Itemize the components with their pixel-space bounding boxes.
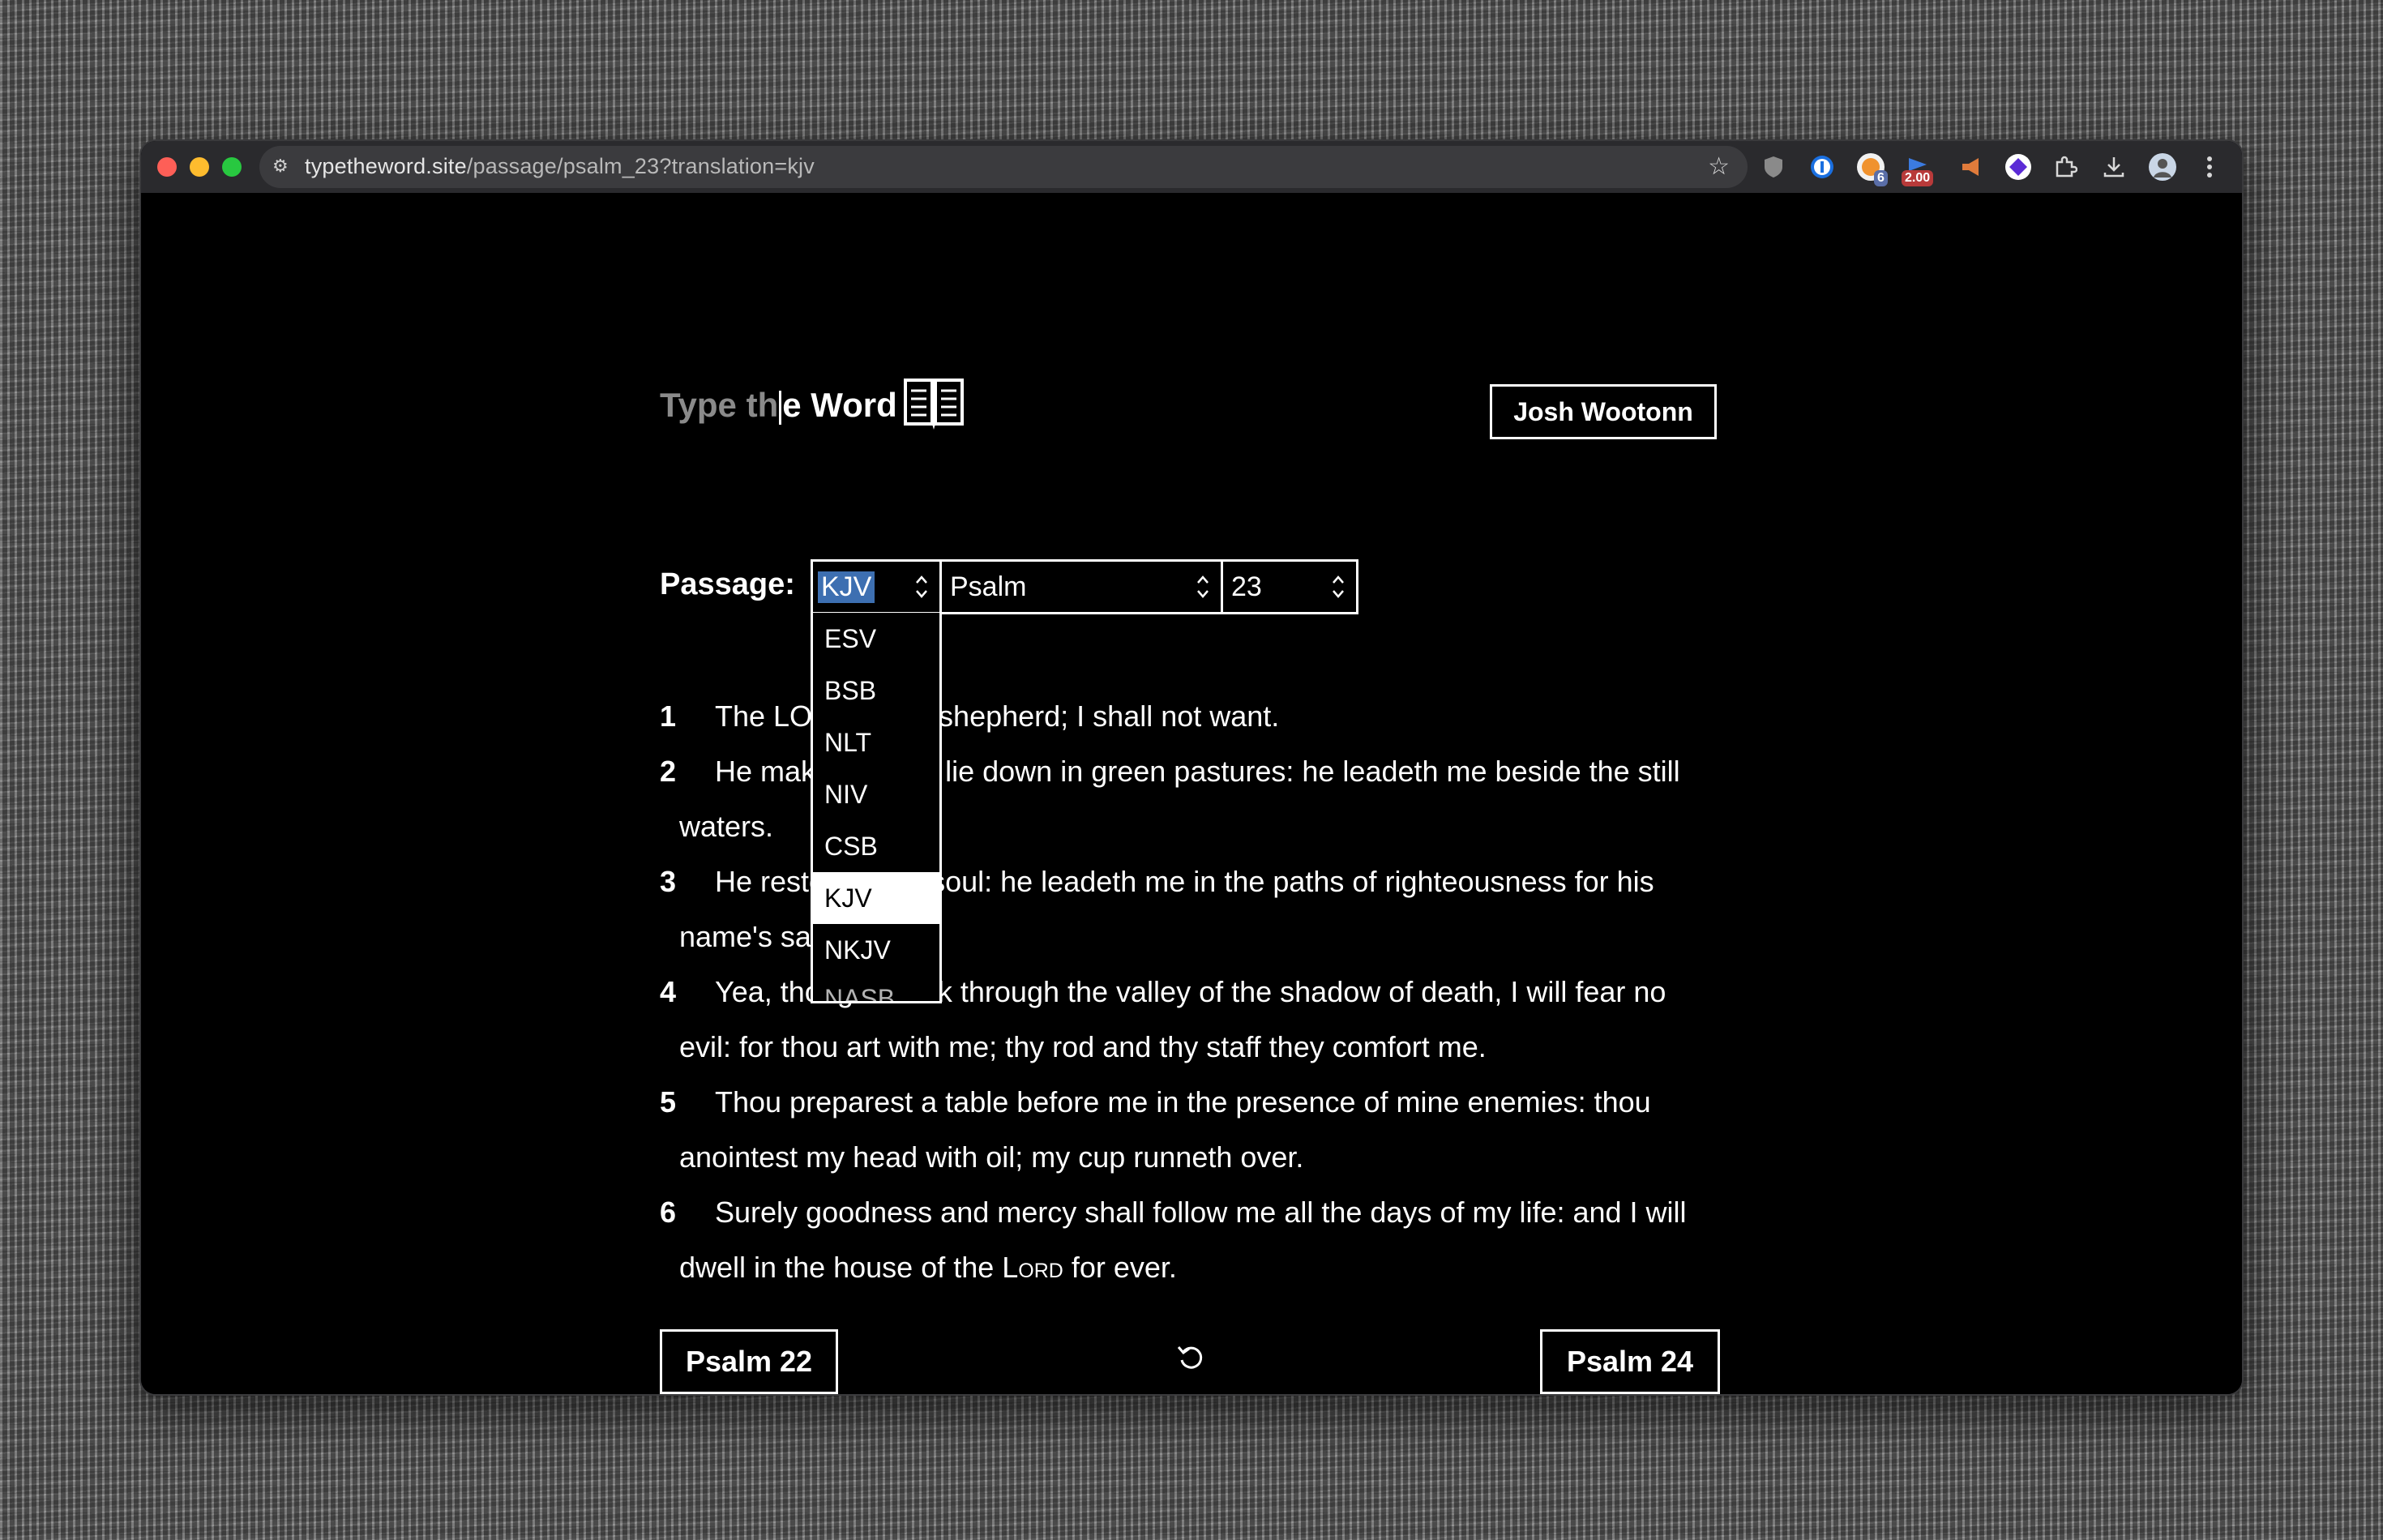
puzzle-extensions-icon[interactable] bbox=[2049, 151, 2081, 183]
site-settings-icon[interactable]: ⚙ bbox=[272, 157, 293, 177]
reset-icon[interactable] bbox=[1175, 1342, 1208, 1375]
flag-extension-icon[interactable]: 2.00 bbox=[1902, 151, 1934, 186]
browser-menu-icon[interactable] bbox=[2193, 151, 2226, 183]
translation-selected-value: KJV bbox=[818, 571, 875, 603]
select-arrows-icon bbox=[1333, 575, 1344, 598]
translation-dropdown-list[interactable]: ESV BSB NLT NIV CSB KJV NKJV NASB bbox=[811, 613, 942, 1003]
translation-option[interactable]: ESV bbox=[813, 613, 939, 665]
address-bar[interactable]: ⚙ typetheword.site/passage/psalm_23?tran… bbox=[259, 146, 1748, 188]
user-account-button[interactable]: Josh Wootonn bbox=[1490, 384, 1717, 439]
next-chapter-button[interactable]: Psalm 24 bbox=[1540, 1329, 1720, 1394]
browser-toolbar: ⚙ typetheword.site/passage/psalm_23?tran… bbox=[141, 141, 2242, 193]
verse-text-content: for ever. bbox=[1063, 1251, 1177, 1284]
lord-smallcaps: Lord bbox=[1002, 1251, 1063, 1284]
verse-number: 2 bbox=[660, 755, 677, 788]
verse-number: 5 bbox=[660, 1085, 677, 1119]
minimize-window-button[interactable] bbox=[190, 157, 209, 177]
verse-text: Thou preparest a table before me in the … bbox=[660, 1075, 1722, 1185]
translation-option[interactable]: NASB bbox=[813, 976, 939, 1001]
book-select[interactable]: Psalm bbox=[939, 559, 1223, 614]
bookmark-star-icon[interactable]: ☆ bbox=[1708, 152, 1730, 181]
verse: 5 Thou preparest a table before me in th… bbox=[660, 1075, 1722, 1185]
translation-option-selected[interactable]: KJV bbox=[813, 872, 939, 924]
close-window-button[interactable] bbox=[157, 157, 177, 177]
verse-number: 4 bbox=[660, 975, 677, 1008]
page-content: Type the Word Josh Wootonn Passage: KJV bbox=[141, 193, 2242, 1394]
extension-badge-value: 2.00 bbox=[1902, 170, 1934, 186]
logo-typed-text: Type th bbox=[660, 386, 779, 424]
url-host: typetheword.site bbox=[305, 154, 467, 178]
chapter-selected-value: 23 bbox=[1231, 571, 1262, 602]
download-icon[interactable] bbox=[2098, 151, 2130, 183]
verse-text-content: Thou preparest a table before me in the … bbox=[679, 1085, 1651, 1174]
passage-label: Passage: bbox=[660, 567, 795, 601]
translation-option[interactable]: CSB bbox=[813, 820, 939, 872]
translation-option[interactable]: NKJV bbox=[813, 924, 939, 976]
verse-number: 6 bbox=[660, 1196, 677, 1229]
url-text[interactable]: typetheword.site/passage/psalm_23?transl… bbox=[305, 154, 815, 179]
verse-text-content: The LORD is my shepherd; I shall not wan… bbox=[715, 699, 1280, 733]
logo-remaining-text: e Word bbox=[782, 386, 897, 424]
verse-text-content: Surely goodness and mercy shall follow m… bbox=[679, 1196, 1687, 1284]
profile-avatar-icon[interactable] bbox=[2146, 151, 2179, 183]
book-selected-value: Psalm bbox=[950, 571, 1027, 602]
select-arrows-icon bbox=[916, 575, 927, 598]
verse-number: 1 bbox=[660, 699, 677, 733]
translation-option[interactable]: NIV bbox=[813, 768, 939, 820]
logo-text: Type th e Word bbox=[660, 386, 897, 425]
browser-window: ⚙ typetheword.site/passage/psalm_23?tran… bbox=[139, 139, 2244, 1396]
chapter-select[interactable]: 23 bbox=[1221, 559, 1358, 614]
select-arrows-icon bbox=[1197, 575, 1209, 598]
maximize-window-button[interactable] bbox=[222, 157, 242, 177]
password-manager-icon[interactable] bbox=[1806, 151, 1838, 183]
translation-option[interactable]: NLT bbox=[813, 717, 939, 768]
verse-text: Surely goodness and mercy shall follow m… bbox=[660, 1185, 1722, 1295]
translation-select[interactable]: KJV bbox=[811, 559, 942, 614]
open-book-icon bbox=[904, 379, 964, 430]
previous-chapter-button[interactable]: Psalm 22 bbox=[660, 1329, 838, 1394]
verse: 6 Surely goodness and mercy shall follow… bbox=[660, 1185, 1722, 1295]
diamond-extension-icon[interactable] bbox=[2002, 151, 2034, 183]
typing-caret bbox=[779, 390, 782, 425]
orange-extension-icon[interactable]: 6 bbox=[1855, 151, 1888, 186]
verse-number: 3 bbox=[660, 865, 677, 898]
megaphone-extension-icon[interactable] bbox=[1955, 151, 1987, 183]
extension-badge-count: 6 bbox=[1874, 170, 1888, 186]
shield-extension-icon[interactable] bbox=[1757, 151, 1790, 183]
url-path: /passage/psalm_23?translation=kjv bbox=[466, 154, 815, 178]
translation-option[interactable]: BSB bbox=[813, 665, 939, 717]
